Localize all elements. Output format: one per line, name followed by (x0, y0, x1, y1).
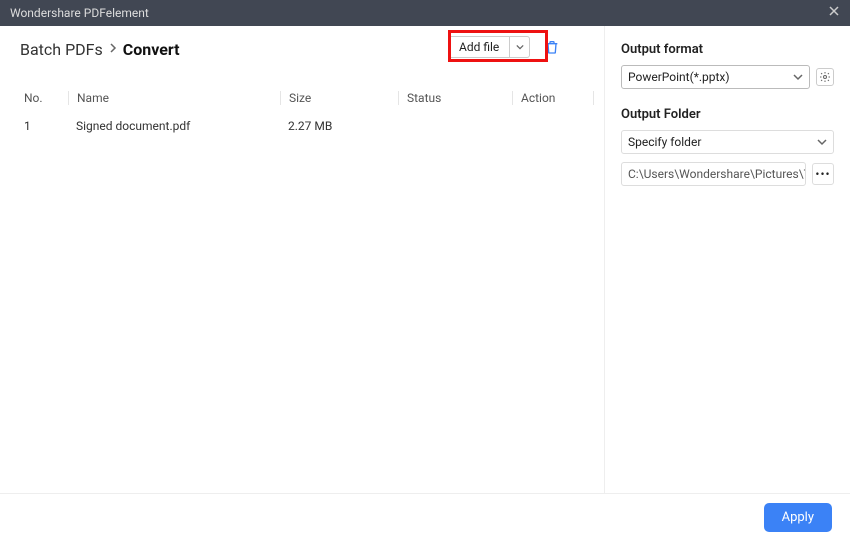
settings-button[interactable] (816, 68, 834, 86)
cell-no: 1 (20, 119, 68, 133)
output-path-value: C:\Users\Wondershare\Pictures\TLDR T (628, 167, 806, 181)
chevron-right-icon (109, 42, 117, 57)
add-file-button[interactable]: Add file (448, 36, 510, 58)
breadcrumb-current: Convert (123, 40, 180, 59)
apply-button[interactable]: Apply (764, 503, 832, 532)
output-path-field[interactable]: C:\Users\Wondershare\Pictures\TLDR T (621, 162, 806, 186)
add-file-dropdown[interactable] (510, 36, 530, 58)
browse-button[interactable]: ••• (812, 163, 834, 185)
delete-icon[interactable] (544, 39, 560, 55)
footer: Apply (0, 493, 850, 541)
ellipsis-icon: ••• (815, 167, 830, 181)
toolbar: Add file (448, 36, 560, 58)
add-file-group: Add file (448, 36, 530, 58)
close-icon[interactable] (828, 5, 840, 21)
output-folder-value: Specify folder (628, 135, 701, 149)
left-panel: Batch PDFs Convert Add file No. Name (0, 26, 605, 493)
output-format-value: PowerPoint(*.pptx) (628, 70, 730, 84)
col-header-name: Name (68, 91, 280, 105)
table-row[interactable]: 1 Signed document.pdf 2.27 MB (20, 113, 604, 139)
breadcrumb-root[interactable]: Batch PDFs (20, 40, 103, 59)
table-header: No. Name Size Status Action (20, 83, 604, 113)
output-folder-select[interactable]: Specify folder (621, 130, 834, 154)
app-title: Wondershare PDFelement (10, 6, 149, 20)
col-header-action: Action (512, 91, 594, 105)
gear-icon (819, 71, 831, 83)
cell-size: 2.27 MB (280, 119, 398, 133)
cell-name: Signed document.pdf (68, 119, 280, 133)
titlebar: Wondershare PDFelement (0, 0, 850, 26)
col-header-size: Size (280, 91, 398, 105)
output-format-label: Output format (621, 42, 834, 57)
right-panel: Output format PowerPoint(*.pptx) Output … (605, 26, 850, 493)
chevron-down-icon (817, 137, 827, 147)
chevron-down-icon (793, 72, 803, 82)
output-folder-label: Output Folder (621, 107, 834, 122)
output-format-select[interactable]: PowerPoint(*.pptx) (621, 65, 810, 89)
col-header-status: Status (398, 91, 512, 105)
col-header-no: No. (20, 91, 68, 105)
